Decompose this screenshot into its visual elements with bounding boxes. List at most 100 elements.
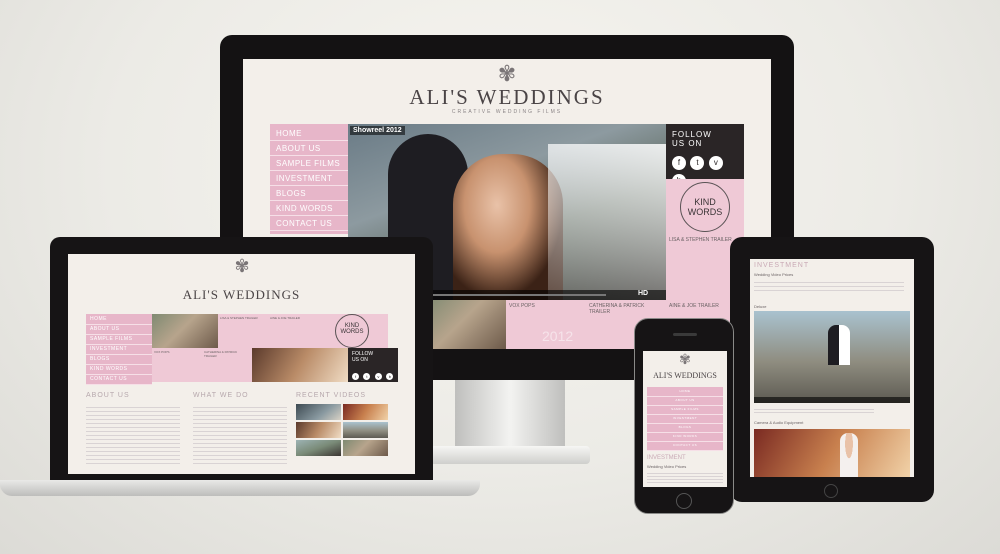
laptop-about-heading: ABOUT US — [86, 392, 130, 399]
laptop-thumb-lisa[interactable]: LISA & STEPHEN TRAILER — [218, 314, 268, 348]
tablet-sub: Wedding Video Prices — [754, 272, 794, 277]
laptop-recent-5[interactable] — [296, 440, 341, 456]
laptop-photo-dance[interactable] — [252, 348, 348, 382]
laptop-recent-3[interactable] — [296, 422, 341, 438]
thumb-catherina-label: CATHERINA & PATRICK TRAILER — [589, 303, 645, 315]
phone-logo-emblem: ✾ — [679, 351, 691, 367]
tablet-home-button[interactable] — [824, 484, 838, 498]
laptop-screen: ✾ ALI'S WEDDINGS HOME ABOUT US SAMPLE FI… — [68, 254, 415, 474]
laptop-recent-2[interactable] — [343, 404, 388, 420]
vimeo-icon[interactable]: v — [708, 156, 723, 170]
tablet-label-camera: Camera & Audio Equipment — [754, 420, 804, 425]
twitter-icon[interactable]: t — [690, 156, 705, 170]
follow-label-1: FOLLOW — [672, 130, 712, 139]
laptop-thumb-aine[interactable]: AINE & JOE TRAILER — [268, 314, 318, 348]
tablet-video-2[interactable] — [754, 429, 910, 477]
laptop-thumb-catherina[interactable]: CATHERINA & PATRICK TRAILER — [202, 348, 252, 382]
thumb-year: 2012 — [542, 328, 574, 344]
laptop-nav-contact[interactable]: CONTACT US — [86, 375, 152, 385]
laptop-nav: HOME ABOUT US SAMPLE FILMS INVESTMENT BL… — [86, 314, 152, 385]
nav-investment[interactable]: INVESTMENT — [270, 171, 348, 186]
thumb-vox-pops[interactable]: VOX POPS 2012 — [506, 300, 586, 349]
nav-contact[interactable]: CONTACT US — [270, 216, 348, 231]
laptop-kind-words[interactable]: KIND WORDS — [318, 314, 388, 348]
phone-site-title[interactable]: ALI'S WEDDINGS — [643, 371, 727, 380]
laptop-recent-1[interactable] — [296, 404, 341, 420]
kind-words-panel[interactable]: KIND WORDS — [666, 179, 744, 234]
phone-speaker — [673, 333, 697, 336]
thumb-vox-label: VOX POPS — [509, 303, 535, 309]
tablet-heading: INVESTMENT — [754, 262, 810, 269]
laptop-thumb-lisa-label: LISA & STEPHEN TRAILER — [220, 316, 258, 320]
monitor-neck — [455, 380, 565, 450]
phone-nav-blogs[interactable]: BLOGS — [647, 424, 723, 433]
laptop-nav-investment[interactable]: INVESTMENT — [86, 345, 152, 355]
tablet-video-couple — [828, 325, 850, 365]
phone-home-button[interactable] — [676, 493, 692, 509]
site-title[interactable]: ALI'S WEDDINGS — [243, 85, 771, 110]
phone-heading: INVESTMENT — [647, 455, 686, 461]
laptop-base — [0, 480, 480, 496]
laptop-thumb-vox-label: VOX POPS — [154, 350, 170, 354]
laptop-kind-circle: KIND WORDS — [335, 314, 369, 348]
nav-home[interactable]: HOME — [270, 126, 348, 141]
laptop-follow-2: US ON — [352, 357, 368, 363]
phone-nav-sample[interactable]: SAMPLE FILMS — [647, 406, 723, 415]
video-veil — [548, 144, 666, 300]
laptop-nav-blogs[interactable]: BLOGS — [86, 355, 152, 365]
laptop-vimeo-icon[interactable]: v — [374, 373, 382, 380]
laptop-recent-6[interactable] — [343, 440, 388, 456]
laptop-nav-home[interactable]: HOME — [86, 315, 152, 325]
phone-nav-home[interactable]: HOME — [647, 388, 723, 397]
laptop-facebook-icon[interactable]: f — [352, 373, 359, 380]
tablet-label-deluxe: Deluxe — [754, 304, 767, 309]
monitor-base — [430, 446, 590, 464]
laptop-twitter-icon[interactable]: t — [363, 373, 371, 380]
laptop-blog-icon[interactable]: b — [386, 373, 394, 380]
laptop-recent-4[interactable] — [343, 422, 388, 438]
tablet-video-controls[interactable] — [754, 397, 910, 403]
laptop-thumb-1[interactable] — [152, 314, 218, 348]
kind-words-circle: KIND WORDS — [680, 182, 730, 232]
phone-nav-contact[interactable]: CONTACT US — [647, 442, 723, 451]
laptop-thumb-vox[interactable]: VOX POPS — [152, 348, 202, 382]
laptop: ✾ ALI'S WEDDINGS HOME ABOUT US SAMPLE FI… — [50, 237, 433, 482]
follow-panel: FOLLOW US ON f t v b — [666, 124, 744, 188]
nav-blogs[interactable]: BLOGS — [270, 186, 348, 201]
nav-sample-films[interactable]: SAMPLE FILMS — [270, 156, 348, 171]
laptop-follow: FOLLOW US ON f t v b — [348, 348, 398, 382]
laptop-about-text — [86, 404, 180, 464]
laptop-recent-heading: RECENT VIDEOS — [296, 392, 367, 399]
phone-nav: HOME ABOUT US SAMPLE FILMS INVESTMENT BL… — [647, 387, 723, 451]
laptop-logo-emblem: ✾ — [234, 256, 250, 276]
thumb-bottom-1[interactable] — [424, 300, 506, 349]
phone-sub: Wedding Video Prices — [647, 464, 687, 469]
kind-words-1: KIND — [694, 197, 716, 207]
laptop-thumb-cat-label: CATHERINA & PATRICK TRAILER — [204, 350, 238, 358]
laptop-nav-about[interactable]: ABOUT US — [86, 325, 152, 335]
video-title-badge: Showreel 2012 — [350, 126, 405, 135]
tablet-caption — [754, 407, 874, 413]
tablet: INVESTMENT Wedding Video Prices Deluxe C… — [730, 237, 934, 502]
phone-nav-investment[interactable]: INVESTMENT — [647, 415, 723, 424]
phone-nav-kind[interactable]: KIND WORDS — [647, 433, 723, 442]
nav-kind-words[interactable]: KIND WORDS — [270, 201, 348, 216]
tablet-video-1[interactable] — [754, 311, 910, 403]
laptop-site-title[interactable]: ALI'S WEDDINGS — [68, 287, 415, 303]
hd-label[interactable]: HD — [638, 290, 648, 297]
laptop-nav-sample[interactable]: SAMPLE FILMS — [86, 335, 152, 345]
phone-nav-about[interactable]: ABOUT US — [647, 397, 723, 406]
phone-screen: ✾ ALI'S WEDDINGS HOME ABOUT US SAMPLE FI… — [643, 351, 727, 487]
facebook-icon[interactable]: f — [672, 156, 686, 170]
nav-about[interactable]: ABOUT US — [270, 141, 348, 156]
laptop-nav-kind[interactable]: KIND WORDS — [86, 365, 152, 375]
tablet-text-block — [754, 279, 904, 293]
site-tagline: CREATIVE WEDDING FILMS — [451, 109, 563, 115]
video-bride — [453, 154, 563, 300]
tablet-screen: INVESTMENT Wedding Video Prices Deluxe C… — [750, 259, 914, 477]
laptop-what-text — [193, 404, 287, 464]
laptop-kind-2: WORDS — [340, 329, 364, 335]
laptop-what-heading: WHAT WE DO — [193, 392, 249, 399]
phone-text — [647, 471, 723, 483]
laptop-thumb-aine-label: AINE & JOE TRAILER — [270, 316, 300, 320]
